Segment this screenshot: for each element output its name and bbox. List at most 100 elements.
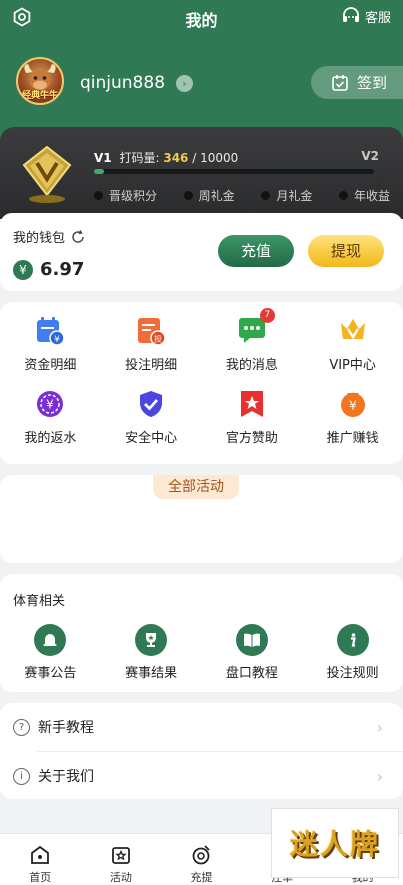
avatar-text: 经典牛牛	[21, 91, 58, 101]
shield-icon	[134, 387, 168, 421]
sports-item-results[interactable]: 赛事结果	[101, 624, 202, 681]
vip-perk: 晋级积分	[94, 187, 157, 204]
refresh-icon[interactable]	[71, 229, 85, 244]
tab-label: 活动	[109, 871, 132, 884]
vip-bet-progress-text: V1 打码量: 346 / 10000	[94, 149, 238, 166]
wallet-card: 我的钱包 ¥ 6.97 充值 提现	[0, 213, 403, 291]
tab-activity[interactable]: 活动	[81, 834, 162, 885]
bet-label: 打码量:	[119, 151, 160, 165]
vip-perk: 月礼金	[261, 187, 312, 204]
unread-badge: 7	[259, 308, 275, 323]
promote-icon: ¥	[336, 387, 370, 421]
vip-perks: 晋级积分 周礼金 月礼金 年收益	[94, 187, 390, 204]
link-label: 新手教程	[38, 720, 94, 736]
top-bar: 我的 客服	[0, 0, 403, 34]
svg-text:¥: ¥	[55, 335, 61, 345]
tab-deposit-withdraw[interactable]: 充提	[161, 834, 242, 885]
info-icon	[336, 624, 369, 656]
menu-item-sponsor[interactable]: 官方赞助	[202, 387, 303, 446]
menu-item-label: 资金明细	[24, 358, 77, 373]
home-icon	[31, 845, 50, 864]
menu-item-rebate[interactable]: ¥ 我的返水	[0, 387, 101, 446]
tab-home[interactable]: 首页	[0, 834, 81, 885]
menu-item-bet-detail[interactable]: 投 投注明细	[101, 314, 202, 373]
svg-text:投: 投	[154, 334, 162, 344]
menu-item-label: 官方赞助	[225, 431, 278, 446]
vip-card[interactable]: V1 打码量: 346 / 10000 V2 晋级积分 周礼金 月礼金 年收益	[0, 127, 403, 219]
sports-section-title: 体育相关	[13, 594, 66, 609]
menu-item-label: 投注明细	[125, 358, 178, 373]
sports-item-label: 赛事公告	[24, 666, 77, 681]
link-newbie-tutorial[interactable]: ? 新手教程 ›	[0, 703, 403, 751]
links-card: ? 新手教程 › i 关于我们 ›	[0, 703, 403, 799]
vip-progress-fill	[94, 169, 104, 174]
menu-item-label: VIP中心	[329, 358, 376, 373]
avatar[interactable]: 经典牛牛	[16, 57, 64, 105]
menu-item-label: 安全中心	[125, 431, 178, 446]
svg-text:¥: ¥	[349, 399, 357, 413]
sports-card: 体育相关 赛事公告 赛事结果 盘口教程 投注规则	[0, 574, 403, 692]
balance-amount: 6.97	[40, 259, 85, 280]
username[interactable]: qinjun888	[80, 73, 165, 93]
sports-item-announcement[interactable]: 赛事公告	[0, 624, 101, 681]
watermark-logo: 迷人牌	[271, 808, 399, 878]
link-about-us[interactable]: i 关于我们 ›	[0, 752, 403, 800]
trophy-icon	[135, 624, 168, 656]
wallet-balance: ¥ 6.97	[13, 259, 84, 280]
activities-card: 全部活动	[0, 475, 403, 563]
vip-perk: 年收益	[338, 187, 390, 204]
menu-item-promote[interactable]: ¥ 推广赚钱	[302, 387, 403, 446]
svg-text:¥: ¥	[47, 398, 55, 412]
calendar-check-icon	[332, 74, 348, 91]
question-icon: ?	[13, 718, 30, 736]
menu-item-label: 我的消息	[225, 358, 278, 373]
vip-perk: 周礼金	[183, 187, 235, 204]
tab-label: 首页	[29, 871, 52, 884]
menu-item-messages[interactable]: 7 我的消息	[202, 308, 303, 373]
bet-target: 10000	[200, 151, 239, 165]
menu-item-label: 我的返水	[24, 431, 77, 446]
profile-section: 经典牛牛 qinjun888 › 签到	[0, 52, 403, 114]
deposit-button[interactable]: 充值	[218, 235, 294, 267]
function-grid-card: ¥ 资金明细 投 投注明细 7 我的消息 VIP中心 ¥ 我的返水 安全中心 官…	[0, 302, 403, 464]
vip-level: V1	[94, 151, 112, 165]
checkin-button[interactable]: 签到	[311, 66, 403, 99]
bell-icon	[34, 624, 67, 656]
all-activities-tab[interactable]: 全部活动	[153, 475, 239, 499]
customer-service-button[interactable]: 客服	[341, 6, 391, 26]
menu-item-security[interactable]: 安全中心	[101, 387, 202, 446]
vip-next-level: V2	[361, 149, 379, 163]
headset-icon	[342, 7, 359, 22]
vip-badge-icon	[22, 145, 72, 203]
activity-icon	[111, 847, 130, 864]
menu-item-vip-center[interactable]: VIP中心	[302, 314, 403, 373]
wallet-title: 我的钱包	[13, 227, 85, 246]
watermark-text: 迷人牌	[289, 828, 380, 861]
menu-item-label: 推广赚钱	[326, 431, 379, 446]
wallet-title-text: 我的钱包	[13, 231, 66, 246]
sports-item-rules[interactable]: 投注规则	[302, 624, 403, 681]
bet-current: 346	[163, 151, 189, 165]
withdraw-button[interactable]: 提现	[308, 235, 384, 267]
sports-item-label: 投注规则	[326, 666, 379, 681]
vip-progress-bar	[94, 169, 374, 174]
bet-separator: /	[192, 151, 197, 165]
message-icon: 7	[235, 308, 275, 348]
service-label: 客服	[364, 10, 391, 26]
sports-item-label: 盘口教程	[225, 666, 278, 681]
chevron-right-icon: ›	[376, 717, 383, 737]
menu-item-fund-detail[interactable]: ¥ 资金明细	[0, 314, 101, 373]
sports-item-label: 赛事结果	[125, 666, 178, 681]
link-label: 关于我们	[38, 769, 94, 785]
sponsor-icon	[235, 387, 269, 421]
info-outline-icon: i	[13, 767, 30, 785]
fund-detail-icon: ¥	[33, 314, 67, 348]
sports-item-tutorial[interactable]: 盘口教程	[202, 624, 303, 681]
chevron-right-icon: ›	[376, 766, 383, 786]
currency-icon: ¥	[13, 259, 33, 280]
vip-crown-icon	[336, 314, 370, 348]
checkin-label: 签到	[357, 74, 388, 92]
tab-label: 充提	[190, 871, 213, 884]
deposit-withdraw-icon	[193, 845, 211, 865]
chevron-right-icon[interactable]: ›	[176, 75, 193, 92]
